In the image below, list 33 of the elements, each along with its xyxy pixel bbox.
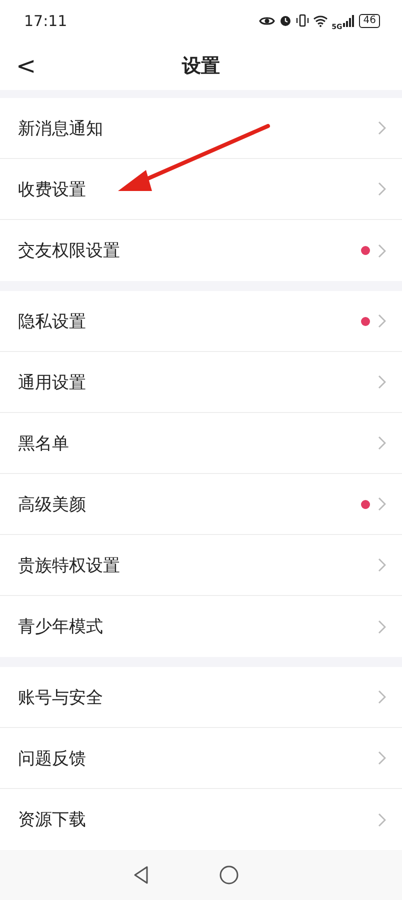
chevron-icon — [378, 620, 386, 634]
settings-item[interactable]: 隐私设置 — [0, 291, 402, 352]
chevron-icon — [378, 375, 386, 390]
battery-indicator: 46 — [359, 14, 380, 28]
vibrate-icon — [296, 14, 309, 28]
settings-item[interactable]: 通用设置 — [0, 352, 402, 414]
back-nav-icon[interactable] — [133, 866, 149, 884]
home-nav-icon[interactable] — [219, 865, 239, 886]
settings-item[interactable]: 问题反馈 — [0, 728, 402, 790]
settings-item[interactable]: 账号与安全 — [0, 667, 402, 728]
settings-item[interactable]: 高级美颜 — [0, 474, 402, 536]
chevron-icon — [378, 244, 386, 258]
settings-item[interactable]: 资源下载 — [0, 789, 402, 850]
settings-item[interactable]: 贵族特权设置 — [0, 535, 402, 596]
chevron-icon — [378, 812, 386, 827]
eye-icon — [258, 14, 275, 27]
settings-item[interactable]: 交友权限设置 — [0, 220, 402, 282]
chevron-icon — [378, 497, 386, 512]
settings-item[interactable]: 新消息通知 — [0, 98, 402, 160]
chevron-icon — [378, 751, 386, 766]
chevron-icon — [378, 121, 386, 136]
back-button[interactable]: < — [12, 52, 40, 80]
settings-item[interactable]: 青少年模式 — [0, 596, 402, 658]
chevron-icon — [378, 558, 386, 572]
signal-icon — [343, 14, 356, 27]
chevron-icon — [378, 690, 386, 704]
chevron-icon — [378, 182, 386, 196]
page-title: 设置 — [182, 54, 220, 79]
status-time: 17:11 — [24, 12, 68, 30]
settings-item[interactable]: 黑名单 — [0, 413, 402, 474]
chevron-icon — [378, 314, 386, 328]
chevron-icon — [378, 436, 386, 450]
wifi-icon — [312, 14, 328, 27]
